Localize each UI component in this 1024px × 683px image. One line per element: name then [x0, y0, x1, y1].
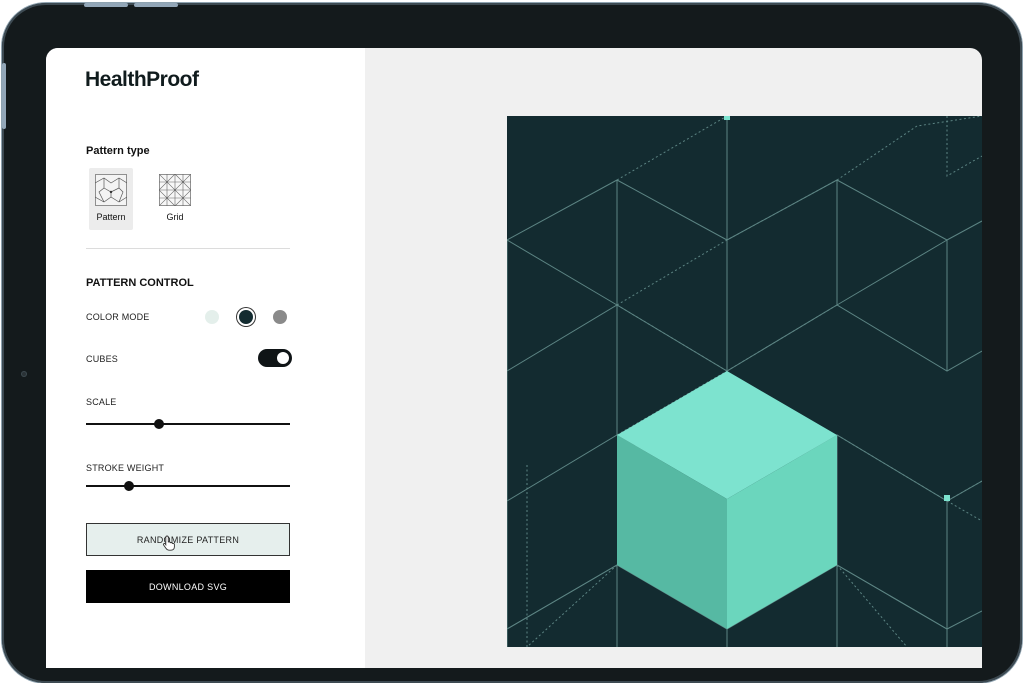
stroke-weight-label: STROKE WEIGHT [86, 463, 165, 473]
section-divider [86, 248, 290, 249]
slider-track [86, 485, 290, 487]
download-svg-button[interactable]: DOWNLOAD SVG [86, 570, 290, 603]
randomize-pattern-button[interactable]: RANDOMIZE PATTERN [86, 523, 290, 556]
pattern-control-title: PATTERN CONTROL [86, 277, 194, 289]
control-panel: HealthProof Pattern type Pattern Grid PA… [46, 48, 365, 668]
pattern-type-option-grid[interactable]: Grid [153, 168, 197, 230]
app-screen: HealthProof Pattern type Pattern Grid PA… [46, 48, 982, 668]
scale-slider[interactable] [86, 417, 290, 431]
volume-down-button [134, 3, 178, 7]
stroke-weight-slider[interactable] [86, 479, 290, 493]
toggle-knob [277, 352, 289, 364]
pattern-node-marker [724, 116, 730, 120]
slider-track [86, 423, 290, 425]
cubes-toggle[interactable] [258, 349, 292, 367]
power-button [2, 63, 6, 129]
cubes-label: CUBES [86, 354, 119, 364]
brand-logo: HealthProof [85, 68, 199, 91]
front-camera [21, 371, 27, 377]
color-mode-light-swatch[interactable] [205, 310, 219, 324]
pattern-thumbnail-icon [95, 174, 127, 206]
pattern-node-marker [944, 495, 950, 501]
grid-thumbnail-icon [159, 174, 191, 206]
color-mode-dark-swatch[interactable] [239, 310, 253, 324]
volume-up-button [84, 3, 128, 7]
tablet-device-frame: HealthProof Pattern type Pattern Grid PA… [2, 3, 1022, 683]
slider-thumb[interactable] [123, 481, 134, 491]
grid-option-label: Grid [166, 212, 184, 222]
pattern-preview-canvas [507, 116, 982, 647]
color-mode-label: COLOR MODE [86, 312, 150, 322]
slider-thumb[interactable] [154, 419, 165, 429]
scale-label: SCALE [86, 397, 117, 407]
color-mode-gray-swatch[interactable] [273, 310, 287, 324]
pattern-type-title: Pattern type [86, 145, 150, 157]
pattern-type-option-pattern[interactable]: Pattern [89, 168, 133, 230]
pattern-preview [507, 116, 982, 647]
isometric-cube [617, 371, 837, 629]
pattern-option-label: Pattern [96, 212, 126, 222]
